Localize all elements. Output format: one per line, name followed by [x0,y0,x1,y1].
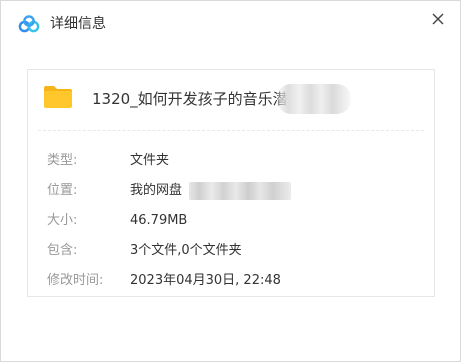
detail-row-modified: 修改时间: 2023年04月30日, 22:48 [28,271,436,291]
file-details-dialog: 详细信息 1320_如何开发孩子的音乐潜力 类型: 文件夹 位置: 我的网盘 大… [0,0,461,362]
baidu-netdisk-logo-icon [18,15,40,33]
details-panel: 1320_如何开发孩子的音乐潜力 类型: 文件夹 位置: 我的网盘 大小: 46… [27,69,435,297]
title-bar: 详细信息 [1,1,460,45]
detail-row-contains: 包含: 3个文件,0个文件夹 [28,241,436,261]
detail-row-size: 大小: 46.79MB [28,211,436,231]
divider [38,130,424,131]
detail-row-type: 类型: 文件夹 [28,151,436,171]
modified-value: 2023年04月30日, 22:48 [130,273,281,288]
modified-label: 修改时间: [47,273,104,288]
contains-value: 3个文件,0个文件夹 [130,243,242,258]
folder-icon [44,86,72,108]
type-label: 类型: [47,153,78,168]
close-icon [432,13,444,25]
close-button[interactable] [426,7,450,31]
type-value: 文件夹 [130,153,170,168]
size-label: 大小: [47,213,78,228]
file-name-redaction [277,84,351,114]
location-value[interactable]: 我的网盘 [130,181,182,201]
contains-label: 包含: [47,243,78,258]
detail-row-location: 位置: 我的网盘 [28,181,436,201]
file-name: 1320_如何开发孩子的音乐潜力 [92,90,303,108]
location-label: 位置: [47,183,78,198]
size-value: 46.79MB [130,213,188,228]
window-title: 详细信息 [50,16,106,32]
location-path-redaction [189,182,291,200]
